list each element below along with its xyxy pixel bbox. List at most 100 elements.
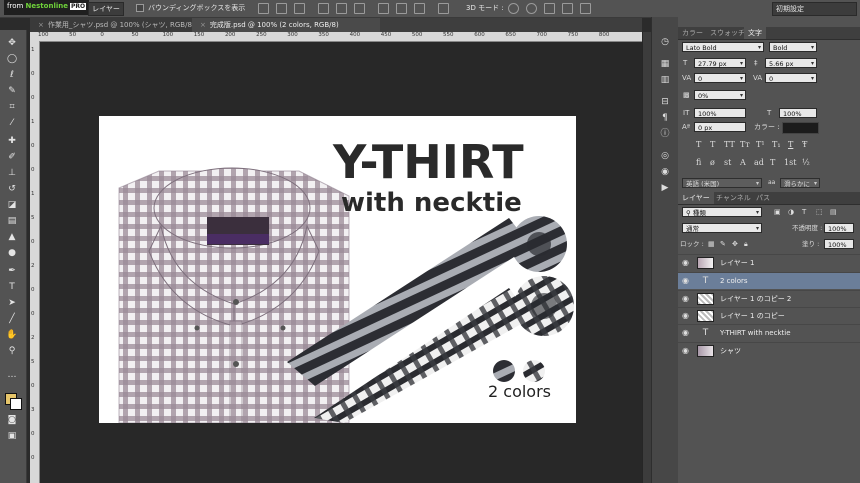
close-icon[interactable]: ×: [38, 21, 44, 29]
paragraph-panel-icon[interactable]: ¶: [659, 113, 671, 123]
visibility-eye-icon[interactable]: ◉: [682, 347, 690, 355]
tracking-field[interactable]: 0 ▾: [765, 73, 817, 83]
brush-panel-icon[interactable]: ◎: [659, 151, 671, 161]
layer-row[interactable]: ◉ シャツ: [678, 342, 860, 359]
font-size-field[interactable]: 27.79 px ▾: [694, 58, 746, 68]
align-hcenter-icon[interactable]: [336, 3, 347, 14]
layer-row[interactable]: ◉ T Y-THIRT with necktie: [678, 324, 860, 341]
align-bottom-icon[interactable]: [294, 3, 305, 14]
lock-all-icon[interactable]: 🔒︎: [744, 239, 748, 249]
info-panel-icon[interactable]: ⓘ: [659, 129, 671, 139]
edit-toolbar-icon[interactable]: …: [6, 370, 18, 380]
all-caps-button[interactable]: TT: [724, 140, 735, 149]
language-select[interactable]: 英語 (米国) ▾: [682, 178, 762, 188]
distribute-left-icon[interactable]: [438, 3, 449, 14]
path-select-tool-icon[interactable]: ➤: [6, 298, 18, 308]
align-right-icon[interactable]: [354, 3, 365, 14]
pixel-filter-icon[interactable]: ▣: [774, 207, 781, 217]
tab-swatches[interactable]: スウォッチ: [706, 27, 749, 39]
close-icon[interactable]: ×: [200, 21, 206, 29]
lock-pixels-icon[interactable]: ✎: [720, 239, 726, 249]
ordinals-button[interactable]: 1st: [784, 158, 796, 167]
document-canvas[interactable]: Y-THIRT with necktie 2 colors: [99, 116, 576, 423]
small-caps-button[interactable]: Tт: [740, 140, 750, 149]
kerning-field[interactable]: 0 ▾: [694, 73, 746, 83]
visibility-eye-icon[interactable]: ◉: [682, 277, 690, 285]
adjustment-filter-icon[interactable]: ◑: [788, 207, 794, 217]
fractions-button[interactable]: ½: [802, 158, 810, 167]
marquee-tool-icon[interactable]: ◯: [6, 54, 18, 64]
tab-layers[interactable]: レイヤー: [678, 192, 714, 204]
contextual-alt-button[interactable]: ø: [710, 158, 715, 167]
gradient-tool-icon[interactable]: ▤: [6, 216, 18, 226]
strikethrough-button[interactable]: Ŧ: [802, 140, 807, 149]
leading-field[interactable]: 5.66 px ▾: [765, 58, 817, 68]
visibility-eye-icon[interactable]: ◉: [682, 329, 690, 337]
distribute-vcenter-icon[interactable]: [396, 3, 407, 14]
stylistic-alt-button[interactable]: ad: [754, 158, 764, 167]
3d-pan-icon[interactable]: [544, 3, 555, 14]
clone-panel-icon[interactable]: ◉: [659, 167, 671, 177]
align-vcenter-icon[interactable]: [276, 3, 287, 14]
tab-color[interactable]: カラー: [678, 27, 707, 39]
antialias-select[interactable]: 滑らかに ▾: [780, 178, 820, 188]
tab-final[interactable]: × 完成版.psd @ 100% (2 colors, RGB/8): [192, 18, 380, 32]
layer-row[interactable]: ◉ レイヤー 1 のコピー 2: [678, 290, 860, 307]
lasso-tool-icon[interactable]: ℓ: [6, 70, 18, 80]
dodge-tool-icon[interactable]: ●: [6, 248, 18, 258]
workspace-dropdown[interactable]: 初期設定: [772, 2, 857, 16]
subscript-button[interactable]: T₁: [772, 140, 781, 149]
fill-field[interactable]: 100%: [824, 239, 854, 249]
underline-button[interactable]: T: [788, 140, 793, 149]
font-style-select[interactable]: Bold ▾: [769, 42, 817, 52]
text-color-swatch[interactable]: [782, 122, 819, 134]
type-filter-icon[interactable]: T: [802, 207, 806, 217]
opacity-field[interactable]: 100%: [824, 223, 854, 233]
align-left-icon[interactable]: [318, 3, 329, 14]
shape-tool-icon[interactable]: ╱: [6, 314, 18, 324]
discretionary-ligature-button[interactable]: st: [724, 158, 731, 167]
healing-tool-icon[interactable]: ✚: [6, 136, 18, 146]
shape-filter-icon[interactable]: ⬚: [816, 207, 823, 217]
3d-scale-icon[interactable]: [580, 3, 591, 14]
background-color-swatch[interactable]: [10, 398, 22, 410]
actions-panel-icon[interactable]: ▶: [659, 183, 671, 193]
tab-paths[interactable]: パス: [752, 192, 774, 204]
move-tool-icon[interactable]: ✥: [6, 38, 18, 48]
quick-mask-icon[interactable]: ◙: [6, 415, 18, 425]
blur-tool-icon[interactable]: ▲: [6, 232, 18, 242]
hand-tool-icon[interactable]: ✋: [6, 330, 18, 340]
properties-panel-icon[interactable]: ⊟: [659, 97, 671, 107]
pen-tool-icon[interactable]: ✒: [6, 266, 18, 276]
crop-tool-icon[interactable]: ⌗: [6, 102, 18, 112]
tab-work-shirt[interactable]: × 作業用_シャツ.psd @ 100% (シャツ, RGB/8): [30, 18, 198, 32]
eyedropper-tool-icon[interactable]: ⁄: [6, 118, 18, 128]
screen-mode-icon[interactable]: ▣: [6, 431, 18, 441]
smart-filter-icon[interactable]: ▤: [830, 207, 837, 217]
align-top-icon[interactable]: [258, 3, 269, 14]
history-panel-icon[interactable]: ◷: [659, 37, 671, 47]
tab-character[interactable]: 文字: [744, 27, 766, 39]
zoom-tool-icon[interactable]: ⚲: [6, 346, 18, 356]
show-bounding-box-toggle[interactable]: バウンディングボックスを表示: [136, 2, 245, 14]
3d-rotate-icon[interactable]: [508, 3, 519, 14]
3d-roll-icon[interactable]: [526, 3, 537, 14]
titling-alt-button[interactable]: T: [770, 158, 775, 167]
canvas-scrollbar[interactable]: [642, 32, 651, 483]
swatch-panel-icon[interactable]: ▦: [659, 59, 671, 69]
visibility-eye-icon[interactable]: ◉: [682, 312, 690, 320]
font-family-select[interactable]: Lato Bold ▾: [682, 42, 764, 52]
layer-row[interactable]: ◉ レイヤー 1 のコピー: [678, 307, 860, 324]
swash-button[interactable]: A: [740, 158, 746, 167]
ligature-button[interactable]: ﬁ: [696, 158, 701, 167]
layer-row[interactable]: ◉ レイヤー 1: [678, 254, 860, 271]
3d-slide-icon[interactable]: [562, 3, 573, 14]
history-brush-icon[interactable]: ↺: [6, 184, 18, 194]
layer-kind-filter[interactable]: ⚲ 種類 ▾: [682, 207, 762, 217]
quick-select-tool-icon[interactable]: ✎: [6, 86, 18, 96]
faux-bold-button[interactable]: T: [696, 140, 701, 149]
tab-channels[interactable]: チャンネル: [712, 192, 755, 204]
faux-italic-button[interactable]: T: [710, 140, 715, 149]
auto-select-dropdown[interactable]: レイヤー: [88, 2, 124, 16]
distribute-top-icon[interactable]: [378, 3, 389, 14]
